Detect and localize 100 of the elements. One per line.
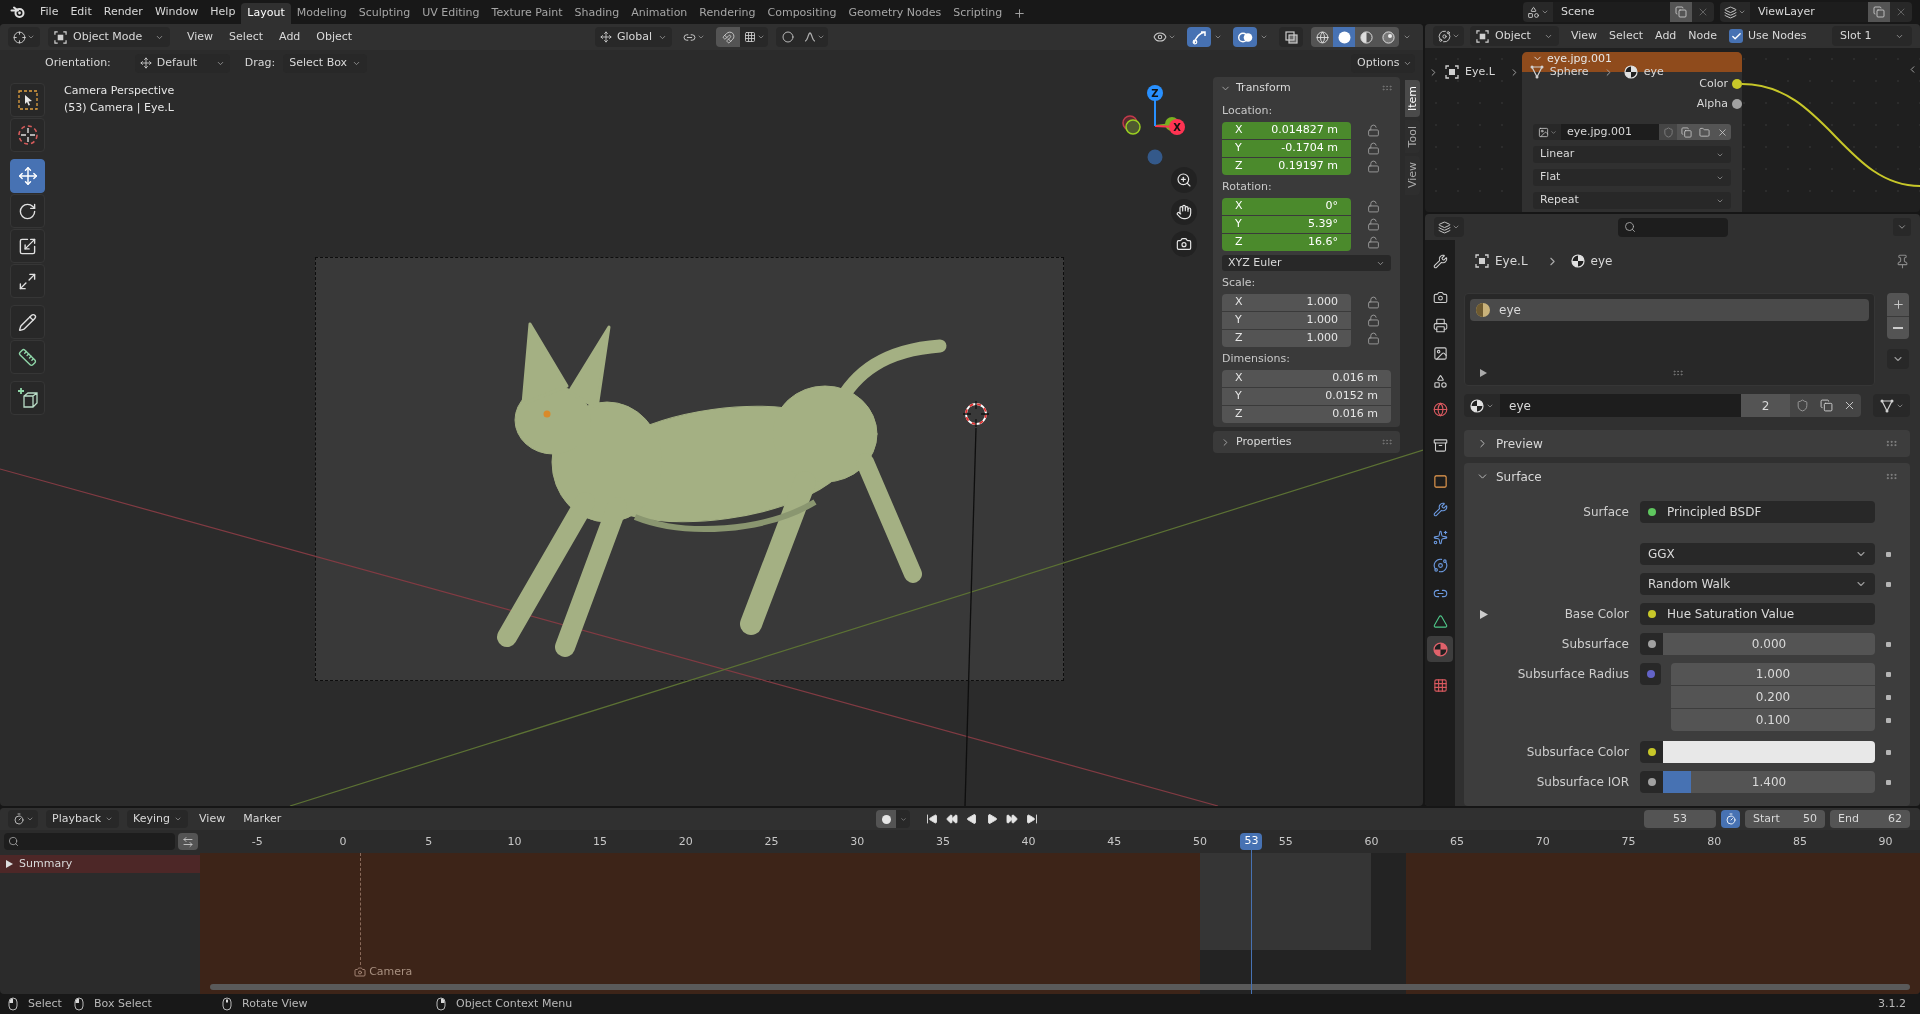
menu-item[interactable]: Window	[148, 2, 205, 22]
number-field[interactable]: Z 1.000	[1222, 330, 1351, 347]
tool-button[interactable]	[10, 159, 45, 193]
swap-button[interactable]	[178, 833, 198, 850]
xray-toggle[interactable]	[1279, 27, 1303, 47]
number-field[interactable]: 0.200	[1671, 686, 1875, 708]
pan-button[interactable]	[1171, 199, 1197, 225]
menu-item[interactable]: Select	[1603, 26, 1650, 46]
tool-button[interactable]	[10, 229, 45, 263]
add-slot-button[interactable]	[1887, 293, 1909, 316]
padlock-icon[interactable]	[1367, 160, 1380, 173]
dropdown[interactable]: Linear	[1533, 146, 1731, 163]
tool-button[interactable]	[10, 305, 45, 339]
number-field[interactable]: Z 0.016 m	[1222, 406, 1391, 423]
panel-header[interactable]: Preview	[1464, 430, 1910, 457]
link-type-dropdown[interactable]	[1873, 394, 1910, 417]
padlock-icon[interactable]	[1367, 124, 1380, 137]
workspace-tab[interactable]: Modeling	[290, 3, 353, 24]
use-nodes-toggle[interactable]: Use Nodes	[1729, 26, 1807, 46]
menu-item[interactable]: Object	[309, 27, 360, 47]
menu-item[interactable]: File	[34, 2, 65, 22]
transform-orientation-dropdown[interactable]: Global	[595, 27, 672, 47]
tool-button[interactable]	[10, 118, 45, 152]
material-name-field[interactable]: eye	[1500, 394, 1741, 417]
search-field[interactable]	[1618, 217, 1728, 237]
dropdown[interactable]: Repeat	[1533, 192, 1731, 209]
number-field[interactable]: Z 16.6°	[1222, 234, 1351, 251]
axis-ball[interactable]	[1122, 115, 1141, 135]
close-button[interactable]	[1692, 2, 1714, 22]
image-name-field[interactable]: eye.jpg.001	[1561, 124, 1659, 140]
snap-target-dropdown[interactable]	[740, 27, 768, 47]
drag-dropdown[interactable]: Select Box	[283, 53, 368, 73]
panel-header[interactable]: Properties	[1213, 431, 1400, 453]
scene-type-button[interactable]	[1523, 2, 1553, 22]
falloff-dropdown[interactable]	[800, 27, 828, 47]
workspace-tab[interactable]: Texture Paint	[485, 3, 569, 24]
tool-button[interactable]	[10, 264, 45, 298]
menu-item[interactable]: Marker	[236, 810, 289, 828]
menu-item[interactable]: View	[192, 810, 233, 828]
editor-type-button[interactable]	[1434, 217, 1464, 237]
padlock-icon[interactable]	[1367, 296, 1380, 309]
pin-icon[interactable]	[1895, 253, 1910, 269]
image-type-button[interactable]	[1533, 124, 1561, 140]
socket-button[interactable]	[1640, 633, 1663, 655]
shading-mode-button[interactable]	[1377, 27, 1399, 47]
number-field[interactable]: X 0.014827 m	[1222, 122, 1351, 139]
options-dropdown[interactable]: Options	[1351, 53, 1415, 73]
current-frame-field[interactable]: 53	[1644, 810, 1716, 828]
view-layer-name-field[interactable]: ViewLayer	[1750, 2, 1868, 22]
tool-button[interactable]	[10, 340, 45, 374]
workspace-tab[interactable]: Sculpting	[352, 3, 417, 24]
padlock-icon[interactable]	[1367, 200, 1380, 213]
axis-ball[interactable]: X	[1154, 117, 1185, 135]
data-type-dropdown[interactable]: Object	[1470, 26, 1559, 46]
slider-field[interactable]: 1.400	[1663, 771, 1875, 793]
menu-item[interactable]: Render	[97, 2, 149, 22]
menu-item[interactable]: View	[1565, 26, 1604, 46]
end-frame-field[interactable]: End 62	[1830, 810, 1910, 828]
dropdown[interactable]: Flat	[1533, 169, 1731, 186]
workspace-tab[interactable]: Layout	[241, 3, 291, 24]
user-count-field[interactable]: 2	[1741, 394, 1790, 417]
workspace-tab[interactable]: Geometry Nodes	[842, 3, 948, 24]
menu-item[interactable]: View	[180, 27, 221, 47]
material-browse-button[interactable]	[1464, 394, 1500, 417]
tool-button[interactable]	[10, 381, 45, 415]
number-field[interactable]: Y 1.000	[1222, 312, 1351, 329]
editor-type-button[interactable]	[8, 810, 38, 828]
panel-header[interactable]: Surface	[1464, 463, 1910, 490]
panel-header[interactable]: Transform	[1213, 77, 1400, 99]
remove-slot-button[interactable]	[1887, 316, 1909, 339]
close-button[interactable]	[1890, 2, 1912, 22]
number-field[interactable]: X 1.000	[1222, 294, 1351, 311]
shading-mode-button[interactable]	[1333, 27, 1355, 47]
expand-triangle-icon[interactable]	[1480, 609, 1488, 619]
number-field[interactable]: Y -0.1704 m	[1222, 140, 1351, 157]
view-layer-type-button[interactable]	[1720, 2, 1750, 22]
start-frame-field[interactable]: Start 50	[1745, 810, 1825, 828]
current-frame-badge[interactable]: 53	[1240, 833, 1263, 850]
number-field[interactable]: Y 0.0152 m	[1222, 388, 1391, 405]
slot-menu-button[interactable]	[1887, 349, 1909, 369]
record-button[interactable]	[876, 810, 896, 828]
sidebar-tab[interactable]: Item	[1405, 80, 1420, 118]
zoom-button[interactable]	[1171, 167, 1197, 193]
search-field[interactable]	[4, 833, 175, 850]
padlock-icon[interactable]	[1367, 236, 1380, 249]
grip-icon[interactable]	[1672, 367, 1684, 379]
padlock-icon[interactable]	[1367, 332, 1380, 345]
editor-type-button[interactable]	[8, 27, 40, 47]
scene-name-field[interactable]: Scene	[1553, 2, 1670, 22]
app-logo-icon[interactable]	[9, 6, 25, 18]
menu-item[interactable]: Edit	[64, 2, 98, 22]
menu-item[interactable]: Add	[1649, 26, 1683, 46]
shading-mode-button[interactable]	[1355, 27, 1377, 47]
camera-view-button[interactable]	[1171, 231, 1197, 257]
gizmo-toggle[interactable]	[1187, 27, 1211, 47]
snap-toggle[interactable]	[716, 27, 740, 47]
proportional-toggle[interactable]	[776, 27, 800, 47]
link-field[interactable]: Hue Saturation Value	[1640, 603, 1875, 625]
preview-range-toggle[interactable]	[1721, 810, 1740, 828]
padlock-icon[interactable]	[1367, 142, 1380, 155]
